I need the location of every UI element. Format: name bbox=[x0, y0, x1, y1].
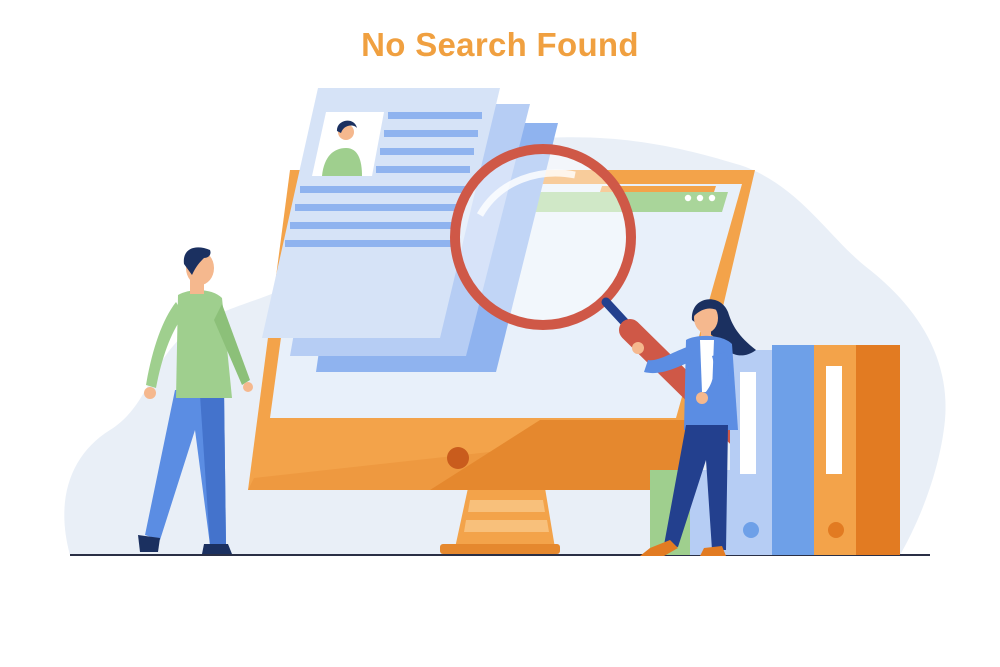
monitor-base bbox=[440, 544, 560, 554]
monitor-stand bbox=[455, 488, 555, 548]
power-button bbox=[447, 447, 469, 469]
empty-search-illustration bbox=[64, 88, 946, 556]
